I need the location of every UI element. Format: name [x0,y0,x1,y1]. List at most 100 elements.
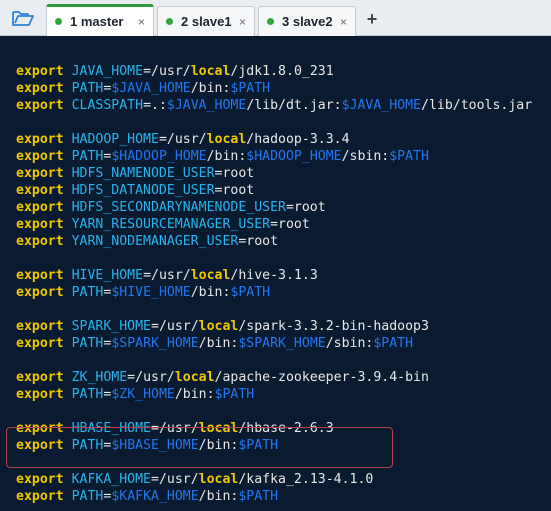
close-icon[interactable]: × [340,15,347,29]
token-var: PATH [71,387,104,402]
token-ref: $KAFKA_HOME [111,489,199,504]
token-ref: $SPARK_HOME [238,336,326,351]
folder-open-icon [12,11,34,26]
token-sp [64,200,72,215]
token-eq: = [270,217,279,232]
tab-master[interactable]: 1 master × [46,4,154,36]
token-kw: export [16,149,64,164]
token-kw: export [16,217,64,232]
terminal-line: export HADOOP_HOME=/usr/local/hadoop-3.3… [16,131,350,148]
token-path: /bin: [198,489,239,504]
token-kw: export [16,336,64,351]
token-path: root [222,166,255,181]
token-ref: $PATH [214,387,255,402]
token-kw: export [16,132,64,147]
token-hl: local [190,64,231,79]
terminal-line: export ZK_HOME=/usr/local/apache-zookeep… [16,369,429,386]
token-kw: export [16,285,64,300]
token-ref: $HADOOP_HOME [111,149,207,164]
terminal-line: export HDFS_DATANODE_USER=root [16,182,254,199]
terminal-line: export YARN_RESOURCEMANAGER_USER=root [16,216,310,233]
token-kw: export [16,489,64,504]
token-sp [64,285,72,300]
close-icon[interactable]: × [239,15,246,29]
token-path: root [278,217,310,232]
token-sp [64,64,72,79]
token-sp [64,268,72,283]
token-kw: export [16,64,64,79]
token-path: root [293,200,326,215]
token-path: /jdk1.8.0_231 [230,64,334,79]
token-kw: export [16,319,64,334]
tab-slave1[interactable]: 2 slave1 × [157,6,255,36]
token-var: PATH [71,336,104,351]
terminal-line: export PATH=$HIVE_HOME/bin:$PATH [16,284,270,301]
new-tab-button[interactable]: + [362,6,382,32]
token-path: /hadoop-3.3.4 [246,132,350,147]
token-ref: $JAVA_HOME [111,81,191,96]
token-ref: $SPARK_HOME [111,336,199,351]
open-folder-button[interactable] [6,4,40,32]
token-hl: local [198,472,239,487]
token-sp [64,98,72,113]
token-eq: = [285,200,294,215]
token-ref: $PATH [230,285,271,300]
token-var: YARN_NODEMANAGER_USER [71,234,239,249]
token-kw: export [16,268,64,283]
token-path: /usr/ [158,472,199,487]
token-sp [64,149,72,164]
token-ref: $ZK_HOME [111,387,175,402]
token-sp [64,183,72,198]
token-path: root [246,234,279,249]
token-eq: = [151,472,159,487]
token-var: CLASSPATH [71,98,144,113]
token-path: /sbin: [341,149,390,164]
token-path: /hive-3.1.3 [230,268,318,283]
token-sp [64,132,72,147]
token-path: /lib/dt.jar: [246,98,342,113]
token-var: PATH [71,149,104,164]
token-kw: export [16,370,64,385]
session-status-dot [166,18,173,25]
token-path: /usr/ [135,370,175,385]
terminal-line: export KAFKA_HOME=/usr/local/kafka_2.13-… [16,471,373,488]
kafka-config-highlight [6,427,393,468]
tab-label: 1 master [70,14,124,29]
token-path: /bin: [198,336,239,351]
token-path: /bin: [190,285,231,300]
session-status-dot [55,18,62,25]
token-ref: $HADOOP_HOME [246,149,342,164]
token-hl: local [198,319,239,334]
tab-slave2[interactable]: 3 slave2 × [258,6,356,36]
token-sp [64,319,72,334]
token-kw: export [16,472,64,487]
token-sp [64,370,72,385]
tab-label: 2 slave1 [181,14,232,29]
token-var: HIVE_HOME [71,268,144,283]
token-var: ZK_HOME [71,370,128,385]
token-var: PATH [71,81,104,96]
token-eq: = [127,370,136,385]
token-kw: export [16,387,64,402]
token-eq: = [158,132,167,147]
token-sp [64,81,72,96]
token-var: YARN_RESOURCEMANAGER_USER [71,217,271,232]
token-path: /usr/ [166,132,207,147]
token-sp [64,234,72,249]
terminal-line: export PATH=$JAVA_HOME/bin:$PATH [16,80,270,97]
token-kw: export [16,183,64,198]
token-var: SPARK_HOME [71,319,151,334]
token-kw: export [16,200,64,215]
token-sp [64,166,72,181]
close-icon[interactable]: × [138,15,145,29]
token-eq: = [151,319,159,334]
token-ref: $JAVA_HOME [166,98,247,113]
token-path: .: [151,98,167,113]
token-sp [64,336,72,351]
token-path: /kafka_2.13-4.1.0 [238,472,374,487]
token-ref: $PATH [373,336,414,351]
token-path: /bin: [206,149,247,164]
token-var: HDFS_SECONDARYNAMENODE_USER [71,200,286,215]
token-path: /usr/ [151,64,191,79]
token-var: HDFS_DATANODE_USER [71,183,215,198]
